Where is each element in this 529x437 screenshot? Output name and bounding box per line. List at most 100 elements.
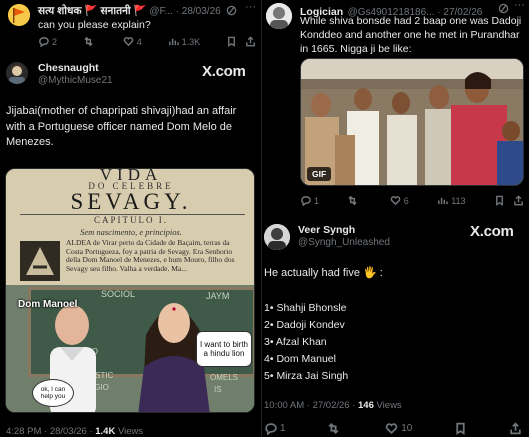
views-button[interactable]: 113 xyxy=(437,195,466,206)
reply-icon xyxy=(301,196,311,206)
share-button[interactable] xyxy=(509,422,522,435)
share-icon[interactable] xyxy=(245,36,256,47)
quote-views-label: Views xyxy=(376,400,402,411)
heart-icon xyxy=(386,423,398,435)
reply-button[interactable]: 1 xyxy=(300,195,319,206)
views-icon xyxy=(438,197,449,205)
reply-avatar[interactable] xyxy=(8,4,30,26)
share-icon xyxy=(510,422,521,435)
retweet-icon xyxy=(84,36,93,47)
quote-text: Jijabai(mother of chapripati shivaji)had… xyxy=(6,105,237,148)
reply-action-bar: 1 6 113 xyxy=(300,195,524,206)
retweet-button[interactable] xyxy=(83,36,97,47)
reply-date[interactable]: · 28/03/26 xyxy=(176,6,221,17)
reply-count: 1 xyxy=(280,423,286,434)
board-word-8: IS xyxy=(214,385,222,394)
list-number: 4• xyxy=(264,353,274,365)
quote-author-name[interactable]: Chesnaught xyxy=(38,62,113,74)
quote-views-count: 146 xyxy=(358,400,374,411)
bookmark-button[interactable] xyxy=(454,422,467,435)
x-brand-logo: X.com xyxy=(202,63,246,80)
more-options-icon[interactable]: ··· xyxy=(514,0,525,11)
like-button[interactable]: 10 xyxy=(385,422,412,435)
x-brand-logo: X.com xyxy=(470,223,514,240)
views-count: 113 xyxy=(451,195,466,206)
quote-views-label: Views xyxy=(117,426,144,437)
bookmark-icon[interactable] xyxy=(494,195,505,206)
meme-bubble-left: ok, I can help you xyxy=(32,379,74,407)
reply-author-name[interactable]: सत्य शोधक 🚩 सनातनी 🚩 xyxy=(38,5,147,17)
like-count: 4 xyxy=(136,36,142,47)
list-item-text: Dom Manuel xyxy=(276,353,336,365)
list-item-text: Mirza Jai Singh xyxy=(276,370,349,382)
heart-icon xyxy=(390,196,401,206)
reply-header: सत्य शोधक 🚩 सनातनी 🚩 @F... · 28/03/26 xyxy=(38,4,221,18)
views-button[interactable]: 1.3K xyxy=(168,36,200,47)
reply-icon xyxy=(39,37,49,47)
reply-count: 1 xyxy=(314,195,320,206)
quote-intro-text: He actually had five 🖐 : xyxy=(264,267,383,279)
gif-crowd-image xyxy=(301,59,523,185)
list-number: 1• xyxy=(264,302,274,314)
like-button[interactable]: 6 xyxy=(390,195,409,206)
bookmark-icon[interactable] xyxy=(226,36,237,47)
left-post-panel: सत्य शोधक 🚩 सनातनी 🚩 @F... · 28/03/26 ··… xyxy=(0,0,262,437)
list-number: 5• xyxy=(264,370,274,382)
book-heading-4: CAPITULO I. xyxy=(94,215,168,225)
quote-footer: 10:00 AM · 27/02/26 · 146 Views xyxy=(264,400,402,411)
quote-author-handle[interactable]: @Syngh_Unleashed xyxy=(298,237,390,248)
reply-button[interactable]: 1 xyxy=(264,422,286,435)
like-count: 6 xyxy=(403,195,409,206)
quote-views-count: 1.4K xyxy=(95,426,116,437)
meme-label-teacher: Dom Manoel xyxy=(18,299,78,310)
book-rule xyxy=(20,214,245,215)
reply-avatar[interactable] xyxy=(266,3,292,29)
like-button[interactable]: 4 xyxy=(123,36,142,47)
quote-author-name[interactable]: Veer Syngh xyxy=(298,224,390,236)
list-item: 3• Afzal Khan xyxy=(264,334,514,351)
quote-author-avatar[interactable] xyxy=(6,62,28,84)
reply-button[interactable]: 2 xyxy=(38,36,57,47)
book-heading-3: SEVAGY. xyxy=(70,189,192,214)
reply-text: While shiva bonsde had 2 baap one was Da… xyxy=(300,15,522,55)
quote-author-handle[interactable]: @MythicMuse21 xyxy=(38,75,113,86)
list-item-text: Shahji Bhonsle xyxy=(276,302,347,314)
right-post-panel: Logician @Gs4901218186... · 27/02/26 ···… xyxy=(262,0,529,437)
quote-author-avatar[interactable] xyxy=(264,224,290,250)
quote-action-bar: 1 10 xyxy=(264,422,522,435)
book-page-image: VIDA DO CELEBRE SEVAGY. CAPITULO I. Sem … xyxy=(6,169,254,285)
reply-text: can you please explain? xyxy=(38,19,151,31)
reply-action-bar: 2 4 1.3K xyxy=(38,36,256,47)
gif-media[interactable]: GIF xyxy=(300,58,524,186)
reply-count: 2 xyxy=(52,36,58,47)
list-item: 5• Mirza Jai Singh xyxy=(264,368,514,385)
gif-badge: GIF xyxy=(307,167,332,181)
views-icon xyxy=(168,38,179,46)
book-paragraph: ALDEA de Virar perto da Cidade de Baçaim… xyxy=(66,239,235,273)
quote-timestamp[interactable]: 4:28 PM · 28/03/26 · xyxy=(6,426,93,437)
grok-icon[interactable] xyxy=(226,3,237,21)
board-word-7: OMELS xyxy=(210,373,239,382)
list-number: 3• xyxy=(264,336,274,348)
reply-icon xyxy=(265,423,277,435)
retweet-icon xyxy=(328,422,339,435)
bookmark-icon xyxy=(456,422,465,435)
list-number: 2• xyxy=(264,319,274,331)
more-options-icon[interactable]: ··· xyxy=(245,1,256,13)
reply-author-handle[interactable]: @F... xyxy=(149,6,173,17)
retweet-button[interactable] xyxy=(327,422,343,435)
quote-footer: 4:28 PM · 28/03/26 · 1.4K Views xyxy=(6,426,143,437)
retweet-icon xyxy=(348,195,358,206)
share-icon[interactable] xyxy=(513,195,524,206)
book-woodcut-initial xyxy=(20,241,60,281)
quote-media-image[interactable]: VIDA DO CELEBRE SEVAGY. CAPITULO I. Sem … xyxy=(5,168,255,413)
quote-list: 1• Shahji Bhonsle 2• Dadoji Kondev 3• Af… xyxy=(264,300,514,385)
list-item: 1• Shahji Bhonsle xyxy=(264,300,514,317)
person-avatar-icon xyxy=(6,62,28,84)
quote-timestamp[interactable]: 10:00 AM · 27/02/26 · xyxy=(264,400,355,411)
list-item-text: Dadoji Kondev xyxy=(276,319,345,331)
heart-icon xyxy=(123,37,134,47)
meme-bubble-right: I want to birth a hindu lion xyxy=(196,331,252,367)
meme-image: SOCIOL JAYM DO ES TISTIC IGIO OMELS IS D… xyxy=(6,285,254,412)
retweet-button[interactable] xyxy=(347,195,361,206)
